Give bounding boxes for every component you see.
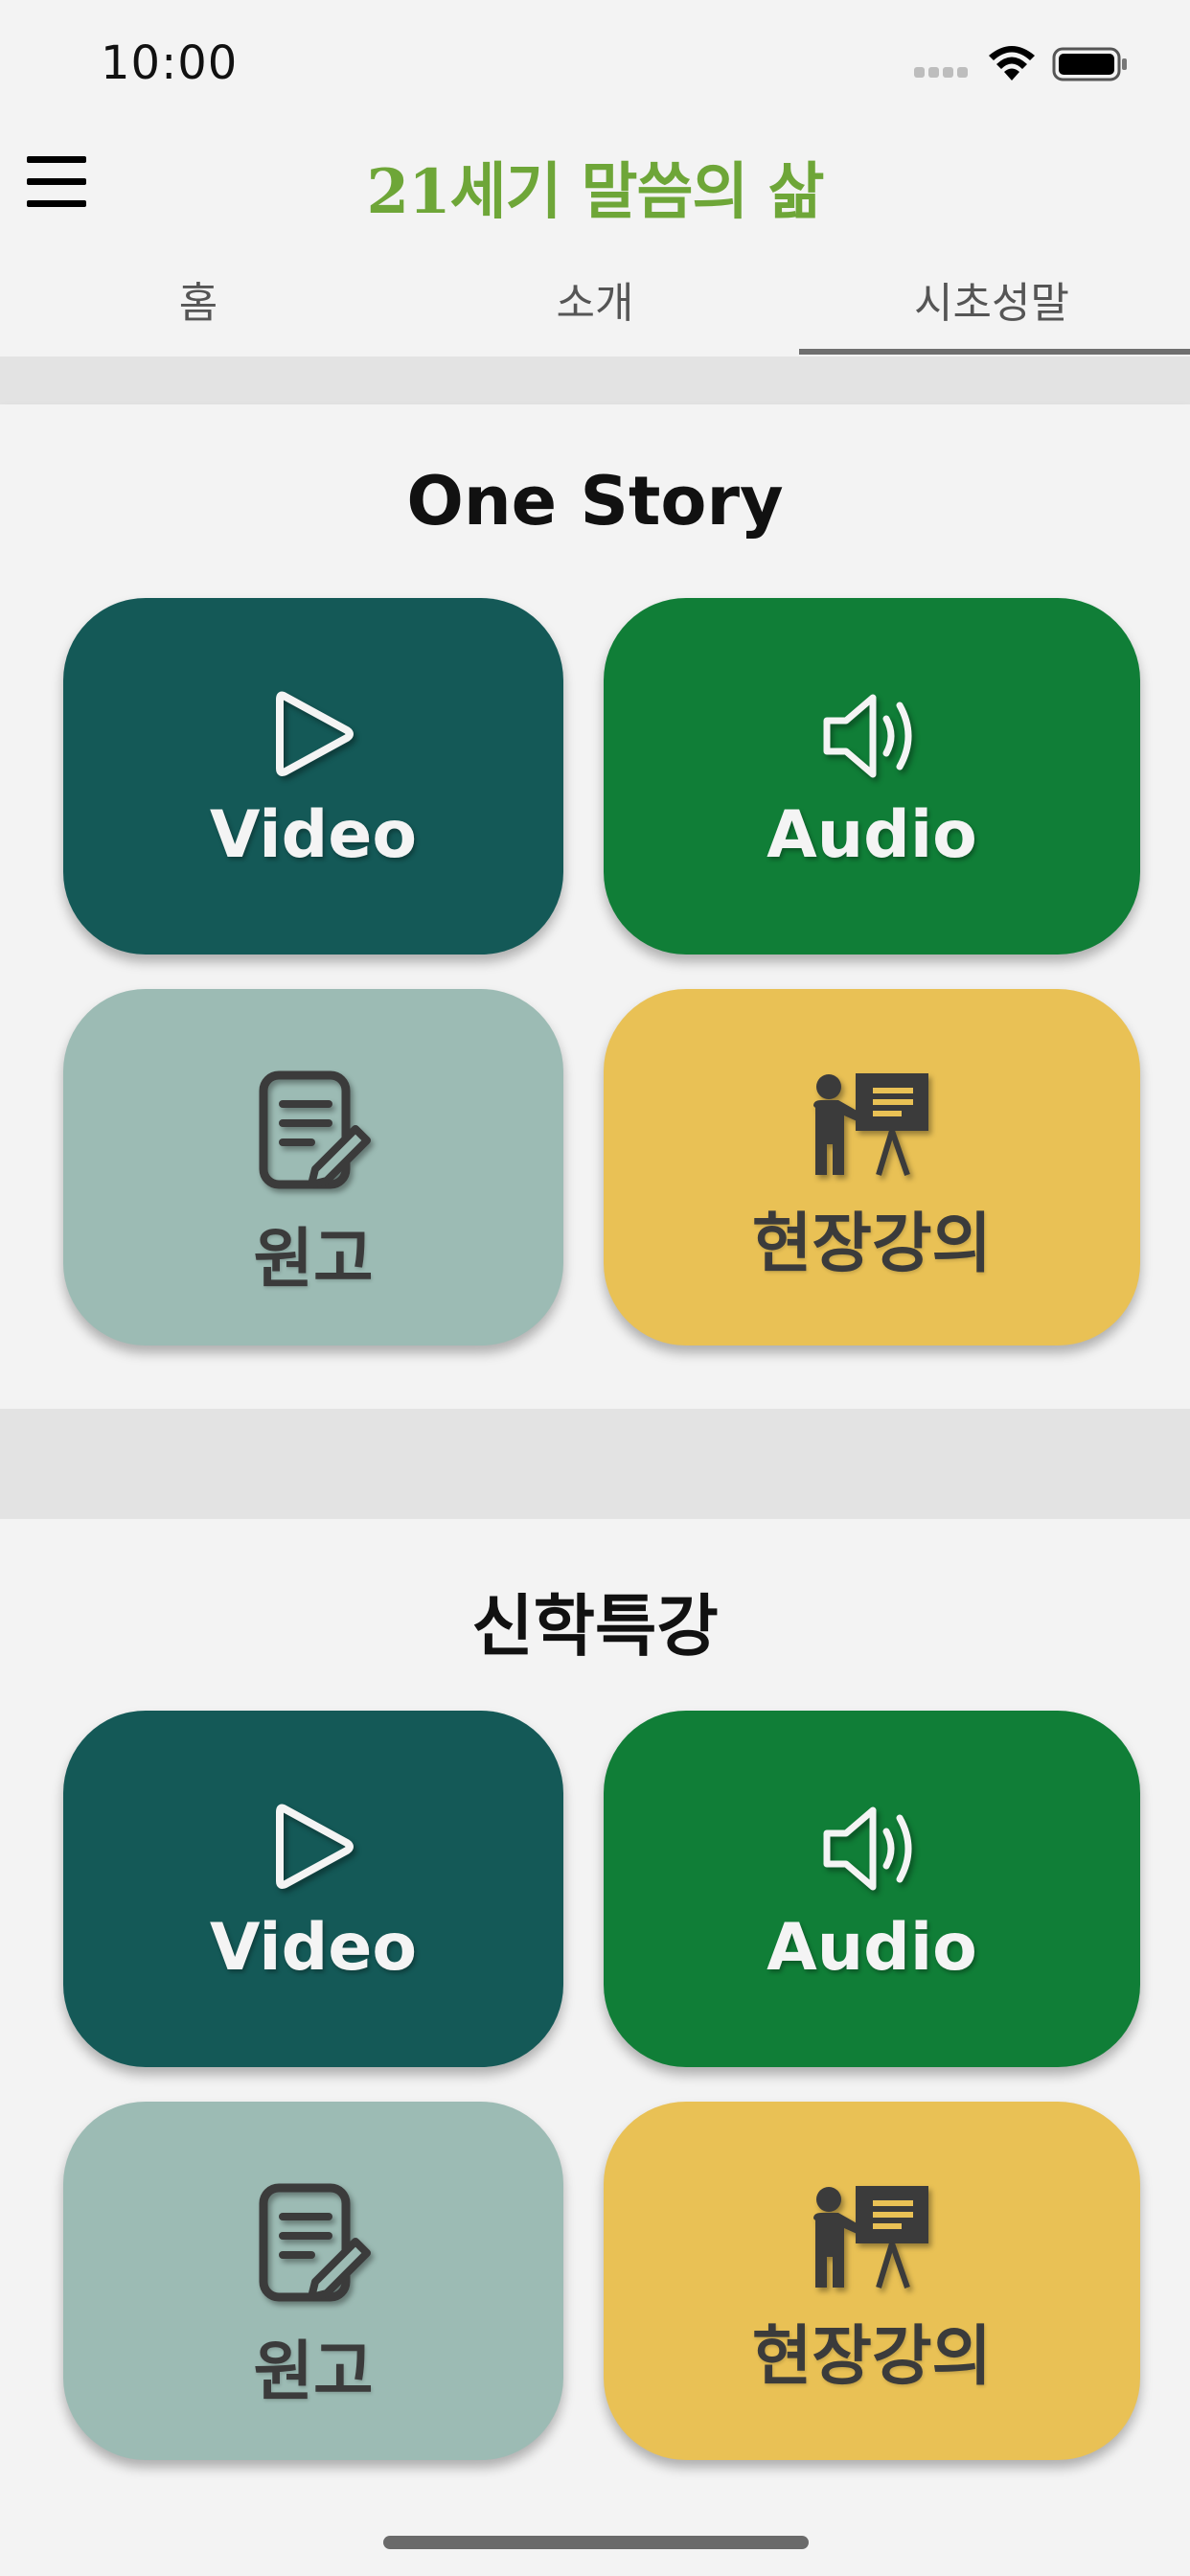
audio-button[interactable]: Audio (604, 598, 1140, 954)
app-header: 21세기 말씀의 삶 (0, 129, 1190, 235)
tile-label: Audio (767, 1910, 977, 1986)
script-button[interactable]: 원고 (63, 2102, 563, 2460)
tile-label: Audio (767, 797, 977, 873)
section-one-story: One Story Video Audio 원고 현장강의 (0, 404, 1190, 1409)
play-icon (276, 1804, 354, 1889)
speaker-icon (823, 1806, 912, 1891)
play-icon (276, 691, 354, 776)
section-title: 신학특강 (471, 1587, 719, 1666)
section-title: One Story (406, 462, 784, 540)
app-title: 21세기 말씀의 삶 (366, 156, 825, 228)
tab-bar: 홈 소개 시초성말 (0, 251, 1190, 356)
tile-label: 원고 (253, 2334, 374, 2410)
tab-sichoseongmal[interactable]: 시초성말 (793, 251, 1190, 356)
battery-icon (1052, 47, 1127, 81)
script-button[interactable]: 원고 (63, 989, 563, 1346)
section-theology-lecture: 신학특강 Video Audio 원고 현장강의 (0, 1519, 1190, 2576)
tab-intro[interactable]: 소개 (397, 251, 793, 356)
document-edit-icon (259, 2183, 371, 2302)
lecture-button[interactable]: 현장강의 (604, 989, 1140, 1346)
tile-label: Video (209, 1910, 418, 1986)
section-divider (0, 1409, 1190, 1519)
cellular-signal-icon (914, 67, 970, 79)
tile-label: Video (209, 797, 418, 873)
wifi-icon (989, 46, 1035, 80)
tile-label: 현장강의 (751, 2319, 993, 2395)
speaker-icon (823, 694, 912, 778)
video-button[interactable]: Video (63, 1711, 563, 2067)
video-button[interactable]: Video (63, 598, 563, 954)
home-indicator[interactable] (383, 2536, 809, 2549)
status-bar: 10:00 (0, 0, 1190, 129)
tab-home[interactable]: 홈 (0, 251, 397, 356)
status-time: 10:00 (101, 36, 239, 90)
lecture-button[interactable]: 현장강의 (604, 2102, 1140, 2460)
audio-button[interactable]: Audio (604, 1711, 1140, 2067)
lecture-presenter-icon (813, 2186, 928, 2288)
tile-label: 현장강의 (751, 1207, 993, 1282)
tile-label: 원고 (253, 1222, 374, 1298)
section-divider (0, 356, 1190, 404)
lecture-presenter-icon (813, 1073, 928, 1176)
document-edit-icon (259, 1070, 371, 1189)
